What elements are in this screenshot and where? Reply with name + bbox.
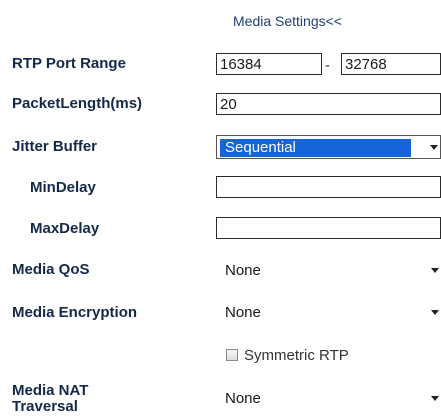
media-qos-value: None: [225, 262, 261, 279]
jitter-buffer-label: Jitter Buffer: [12, 138, 98, 155]
media-encryption-label: Media Encryption: [12, 304, 138, 321]
symmetric-rtp-option[interactable]: Symmetric RTP: [226, 347, 349, 364]
media-qos-select[interactable]: None: [216, 259, 441, 283]
packet-length-input[interactable]: [216, 93, 441, 115]
packet-length-label: PacketLength(ms): [12, 95, 143, 112]
chevron-down-icon: [431, 310, 439, 315]
chevron-down-icon: [431, 396, 439, 401]
media-settings-toggle[interactable]: Media Settings<<: [233, 13, 342, 29]
rtp-port-range-label: RTP Port Range: [12, 55, 126, 72]
rtp-port-start-input[interactable]: [216, 53, 322, 75]
max-delay-input[interactable]: [216, 217, 441, 239]
min-delay-label: MinDelay: [30, 179, 96, 196]
jitter-buffer-select[interactable]: Sequential: [216, 135, 441, 159]
media-nat-label-line2: Traversal: [12, 398, 78, 415]
media-nat-traversal-label: Media NAT Traversal: [12, 383, 88, 415]
chevron-down-icon: [430, 145, 438, 150]
max-delay-label: MaxDelay: [30, 220, 100, 237]
chevron-down-icon: [431, 268, 439, 273]
symmetric-rtp-label: Symmetric RTP: [244, 347, 349, 364]
media-encryption-value: None: [225, 304, 261, 321]
media-nat-value: None: [225, 390, 261, 407]
media-encryption-select[interactable]: None: [216, 301, 441, 325]
rtp-port-end-input[interactable]: [341, 53, 441, 75]
min-delay-input[interactable]: [216, 176, 441, 198]
symmetric-rtp-checkbox[interactable]: [226, 349, 238, 361]
jitter-buffer-value: Sequential: [220, 139, 411, 157]
media-nat-label-line1: Media NAT: [12, 382, 89, 399]
media-qos-label: Media QoS: [12, 261, 90, 278]
port-range-separator: -: [325, 57, 330, 74]
media-nat-traversal-select[interactable]: None: [216, 387, 441, 411]
